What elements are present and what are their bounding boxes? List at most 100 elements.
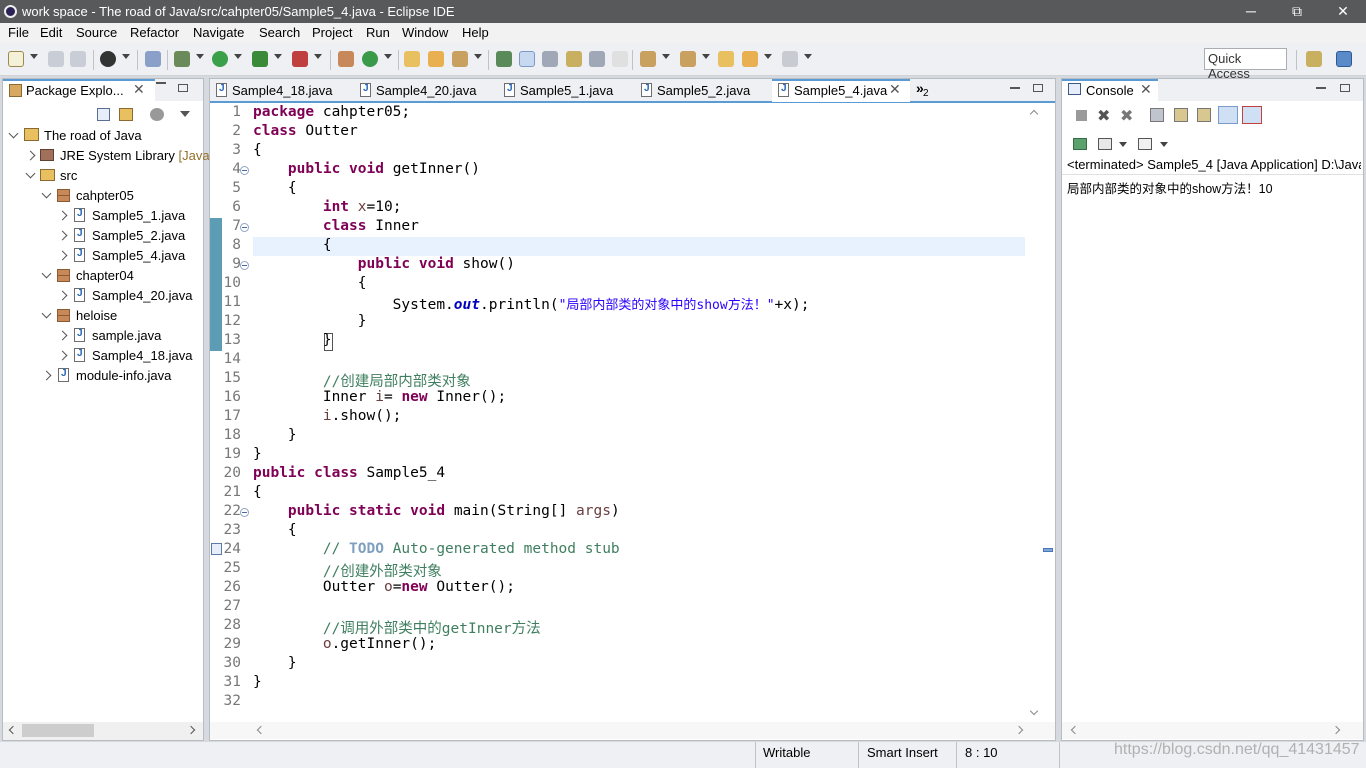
new-class-dropdown-icon[interactable] (384, 54, 392, 59)
new-icon[interactable] (8, 51, 24, 67)
open-console-dropdown-icon[interactable] (1160, 142, 1168, 147)
open-type-icon[interactable] (404, 51, 420, 67)
quick-access-input[interactable]: Quick Access (1204, 48, 1287, 81)
tree-item-heloise[interactable]: heloise (76, 308, 117, 328)
word-wrap-icon[interactable] (1197, 108, 1211, 122)
tree-item-sample[interactable]: sample.java (92, 328, 161, 348)
tree-item-cahpter05[interactable]: cahpter05 (76, 188, 134, 208)
remove-launch-icon[interactable]: ✖ (1097, 106, 1110, 126)
menu-navigate[interactable]: Navigate (193, 25, 244, 40)
pilcrow-icon[interactable] (612, 51, 628, 67)
toggle-mark-occurrences-icon[interactable] (496, 51, 512, 67)
prev-edit-dropdown-icon[interactable] (702, 54, 710, 59)
prev-edit-icon[interactable] (680, 51, 696, 67)
link-with-editor-icon[interactable] (119, 108, 133, 121)
editor-tab-sample4-20[interactable]: Sample4_20.java (376, 83, 476, 98)
tree-item-sample5-1[interactable]: Sample5_1.java (92, 208, 185, 228)
view-menu-icon[interactable] (180, 111, 190, 117)
forward-dropdown-icon[interactable] (804, 54, 812, 59)
back-dropdown-icon[interactable] (764, 54, 772, 59)
new-package-icon[interactable] (338, 51, 354, 67)
coverage-icon[interactable] (252, 51, 268, 67)
display-console-dropdown-icon[interactable] (1119, 142, 1127, 147)
external-tools-dropdown-icon[interactable] (314, 54, 322, 59)
menu-refactor[interactable]: Refactor (130, 25, 179, 40)
restore-button[interactable]: ⧉ (1274, 0, 1320, 23)
next-edit-dropdown-icon[interactable] (662, 54, 670, 59)
block-selection-icon[interactable] (542, 51, 558, 67)
tree-item-jre-library[interactable]: JRE System Library [Java (60, 148, 210, 168)
tree-item-sample5-2[interactable]: Sample5_2.java (92, 228, 185, 248)
next-annotation-icon[interactable] (566, 51, 582, 67)
run-icon[interactable] (212, 51, 228, 67)
external-tools-icon[interactable] (292, 51, 308, 67)
menu-source[interactable]: Source (76, 25, 117, 40)
close-view-icon[interactable]: ✕ (1140, 81, 1152, 98)
run-dropdown-icon[interactable] (234, 54, 242, 59)
profile-icon[interactable] (100, 51, 116, 67)
java-perspective-icon[interactable] (1336, 51, 1352, 67)
menu-project[interactable]: Project (312, 25, 352, 40)
display-console-icon[interactable] (1098, 138, 1112, 150)
editor-tab-sample5-1[interactable]: Sample5_1.java (520, 83, 613, 98)
tree-item-sample5-4[interactable]: Sample5_4.java (92, 248, 185, 268)
fold-toggle-icon[interactable] (240, 223, 249, 232)
profile-dropdown-icon[interactable] (122, 54, 130, 59)
editor-tab-sample5-4[interactable]: Sample5_4.java (794, 83, 887, 98)
minimize-view-icon[interactable] (156, 82, 166, 84)
editor-horizontal-scrollbar[interactable] (210, 722, 1055, 739)
tree-item-src[interactable]: src (60, 168, 77, 188)
menu-search[interactable]: Search (259, 25, 300, 40)
forward-icon[interactable] (782, 51, 798, 67)
search-icon[interactable] (452, 51, 468, 67)
tree-item-chapter04[interactable]: chapter04 (76, 268, 134, 288)
save-all-icon[interactable] (70, 51, 86, 67)
menu-window[interactable]: Window (402, 25, 448, 40)
show-whitespace-icon[interactable] (589, 51, 605, 67)
new-class-icon[interactable] (362, 51, 378, 67)
minimize-button[interactable]: ─ (1228, 0, 1274, 23)
close-tab-icon[interactable]: ✕ (889, 81, 901, 98)
fold-toggle-icon[interactable] (240, 261, 249, 270)
view-filter-icon[interactable] (150, 108, 164, 121)
pin-console-icon[interactable] (1073, 138, 1087, 150)
skip-breakpoints-icon[interactable] (145, 51, 161, 67)
scrollbar-thumb[interactable] (22, 724, 94, 737)
last-edit-icon[interactable] (718, 51, 734, 67)
show-on-error-icon[interactable] (1242, 106, 1262, 124)
editor-tab-sample4-18[interactable]: Sample4_18.java (232, 83, 332, 98)
console-horizontal-scrollbar[interactable] (1062, 722, 1363, 739)
coverage-dropdown-icon[interactable] (274, 54, 282, 59)
debug-icon[interactable] (174, 51, 190, 67)
menu-file[interactable]: File (8, 25, 29, 40)
collapse-all-icon[interactable] (97, 108, 110, 121)
tree-item-sample4-20[interactable]: Sample4_20.java (92, 288, 192, 308)
show-on-output-icon[interactable] (1218, 106, 1238, 124)
overview-ruler-marker[interactable] (1043, 548, 1053, 552)
fold-toggle-icon[interactable] (240, 508, 249, 517)
next-edit-icon[interactable] (640, 51, 656, 67)
minimize-editor-icon[interactable] (1010, 87, 1020, 89)
clear-console-icon[interactable] (1150, 108, 1164, 122)
tree-item-module-info[interactable]: module-info.java (76, 368, 171, 388)
editor-tab-sample5-2[interactable]: Sample5_2.java (657, 83, 750, 98)
save-icon[interactable] (48, 51, 64, 67)
maximize-editor-icon[interactable] (1033, 84, 1043, 92)
tree-item-sample4-18[interactable]: Sample4_18.java (92, 348, 192, 368)
debug-dropdown-icon[interactable] (196, 54, 204, 59)
remove-all-launches-icon[interactable]: ✖ (1120, 106, 1133, 126)
maximize-view-icon[interactable] (178, 84, 188, 92)
tree-item-project[interactable]: The road of Java (44, 128, 142, 148)
new-dropdown-icon[interactable] (30, 54, 38, 59)
back-icon[interactable] (742, 51, 758, 67)
fold-toggle-icon[interactable] (240, 166, 249, 175)
close-button[interactable]: ✕ (1320, 0, 1366, 23)
open-console-icon[interactable] (1138, 138, 1152, 150)
close-view-icon[interactable]: ✕ (133, 81, 145, 98)
menu-edit[interactable]: Edit (40, 25, 62, 40)
open-resource-icon[interactable] (428, 51, 444, 67)
maximize-view-icon[interactable] (1340, 84, 1350, 92)
search-dropdown-icon[interactable] (474, 54, 482, 59)
open-perspective-icon[interactable] (1306, 51, 1322, 67)
minimize-view-icon[interactable] (1316, 87, 1326, 89)
